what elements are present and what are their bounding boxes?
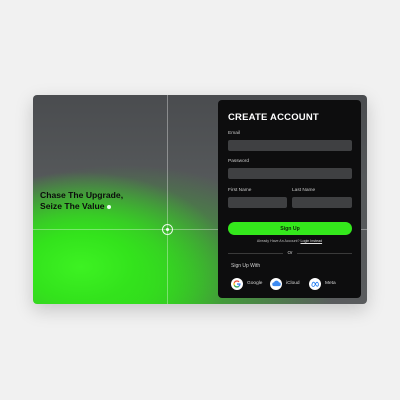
google-signup-button[interactable]: Google <box>231 277 262 290</box>
signup-panel: CREATE ACCOUNT Email Password First Name… <box>218 100 361 298</box>
meta-label: Meta <box>325 281 336 286</box>
last-name-label: Last Name <box>292 188 316 193</box>
google-label: Google <box>247 281 263 286</box>
login-instead-link[interactable]: Login Instead <box>300 239 322 243</box>
or-text: Or <box>287 250 293 255</box>
password-label: Password <box>228 159 250 164</box>
email-label: Email <box>228 131 240 136</box>
divider-line-right <box>297 253 352 254</box>
hero-headline-line2-wrap: Seize The Value <box>40 201 150 212</box>
crosshair-icon <box>162 224 173 235</box>
google-icon <box>231 277 243 290</box>
icloud-label: iCloud <box>286 281 300 286</box>
dot-icon <box>107 204 112 209</box>
icloud-signup-button[interactable]: iCloud <box>270 277 300 290</box>
signup-with-label: Sign Up With <box>231 263 261 269</box>
first-name-field[interactable] <box>228 197 287 208</box>
password-field[interactable] <box>228 168 352 179</box>
form-title: CREATE ACCOUNT <box>228 112 319 123</box>
signup-button[interactable]: Sign Up <box>228 222 352 235</box>
guide-line-vertical <box>167 95 168 304</box>
last-name-field[interactable] <box>292 197 352 208</box>
meta-icon <box>309 277 321 290</box>
meta-signup-button[interactable]: Meta <box>309 277 336 290</box>
hero-headline: Chase The Upgrade, Seize The Value <box>40 190 150 212</box>
email-field[interactable] <box>228 140 352 151</box>
or-divider: Or <box>228 250 352 256</box>
hero-headline-line1: Chase The Upgrade, <box>40 190 124 200</box>
already-account-text: Already Have An Account? Login Instead <box>218 239 361 243</box>
icloud-icon <box>270 277 282 290</box>
first-name-label: First Name <box>228 188 252 193</box>
already-account-label: Already Have An Account? <box>256 239 300 243</box>
divider-line-left <box>228 253 283 254</box>
hero-headline-line2: Seize The Value <box>40 201 105 211</box>
